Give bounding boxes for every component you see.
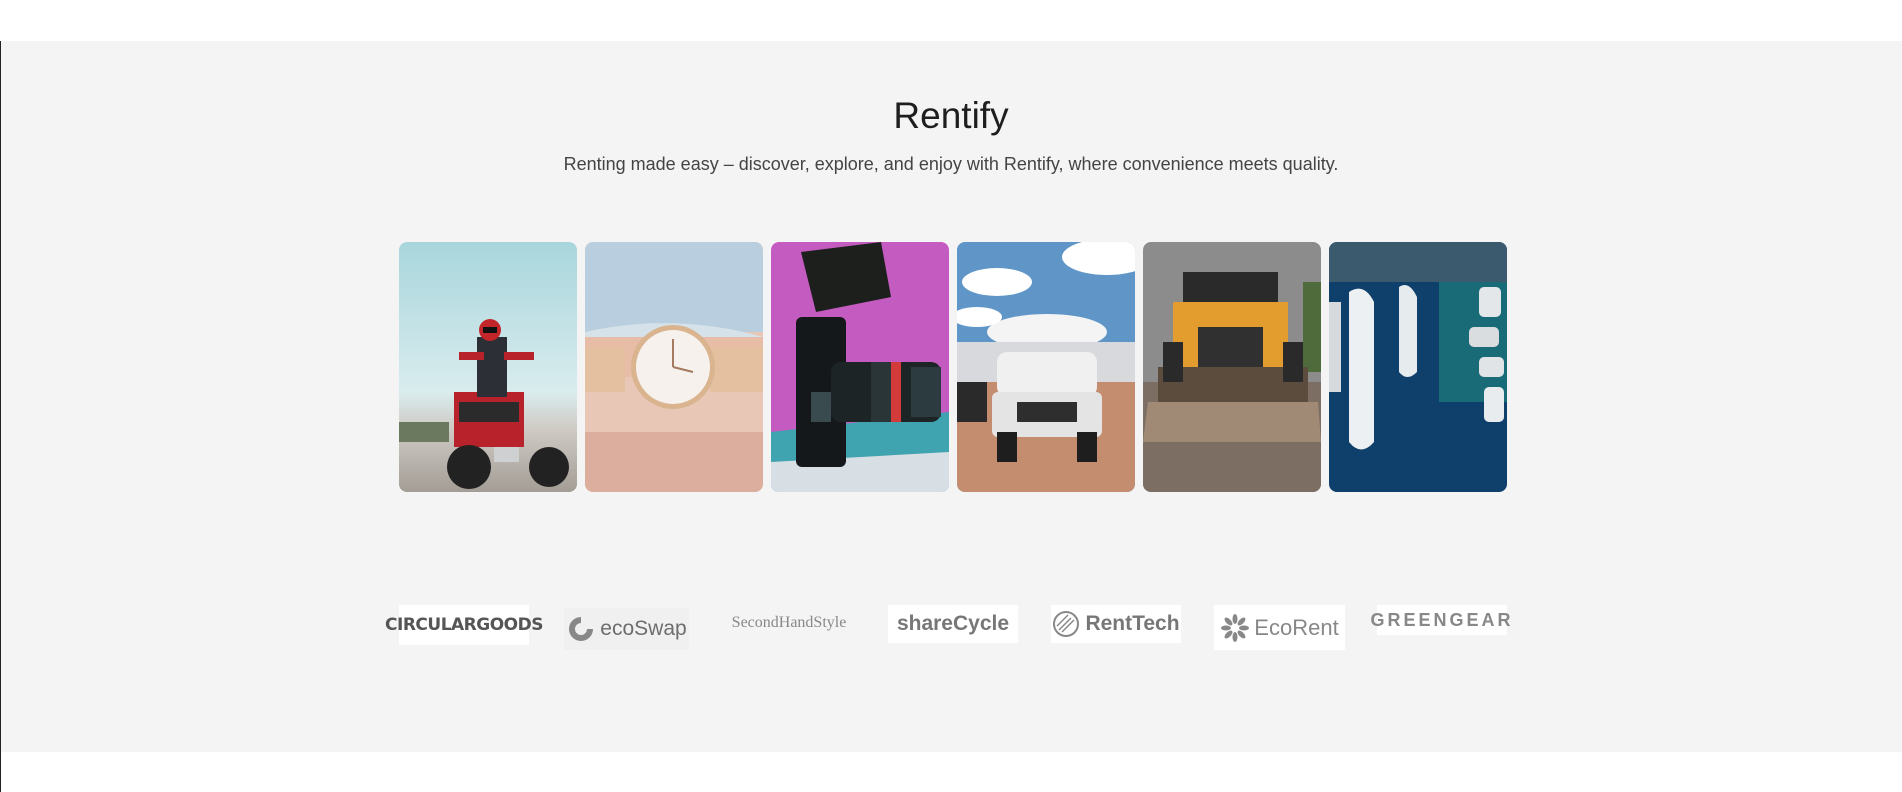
secondhandstyle-logo: SecondHandStyle [731, 614, 847, 631]
ecorent-logo: EcoRent [1214, 605, 1345, 650]
circulargoods-logo: CIRCULARGOODS [385, 605, 543, 645]
renttech-logo: RentTech [1051, 605, 1181, 643]
top-white-strip [0, 0, 1902, 41]
yachts-marina-image [1329, 242, 1507, 492]
ecoswap-swirl-icon [569, 617, 594, 641]
atv-rider-image [399, 242, 577, 492]
wristwatch-image [585, 242, 763, 492]
ecorent-flower-icon [1221, 613, 1250, 642]
cinema-camera-image [771, 242, 949, 492]
page-title: Rentify [893, 95, 1009, 136]
image-gallery [399, 242, 1507, 492]
ecoswap-logo: ecoSwap [564, 608, 689, 650]
page-subtitle: Renting made easy – discover, explore, a… [563, 154, 1339, 174]
greengear-logo: GREENGEAR [1371, 605, 1511, 635]
bottom-white-strip [0, 752, 1902, 792]
pickup-truck-image [957, 242, 1135, 492]
partner-logos: CIRCULARGOODS ecoSwap SecondHandStyle sh… [385, 605, 1511, 655]
sharecycle-logo: shareCycle [888, 605, 1018, 643]
bulldozer-image [1143, 242, 1321, 492]
renttech-circle-icon [1053, 611, 1080, 637]
